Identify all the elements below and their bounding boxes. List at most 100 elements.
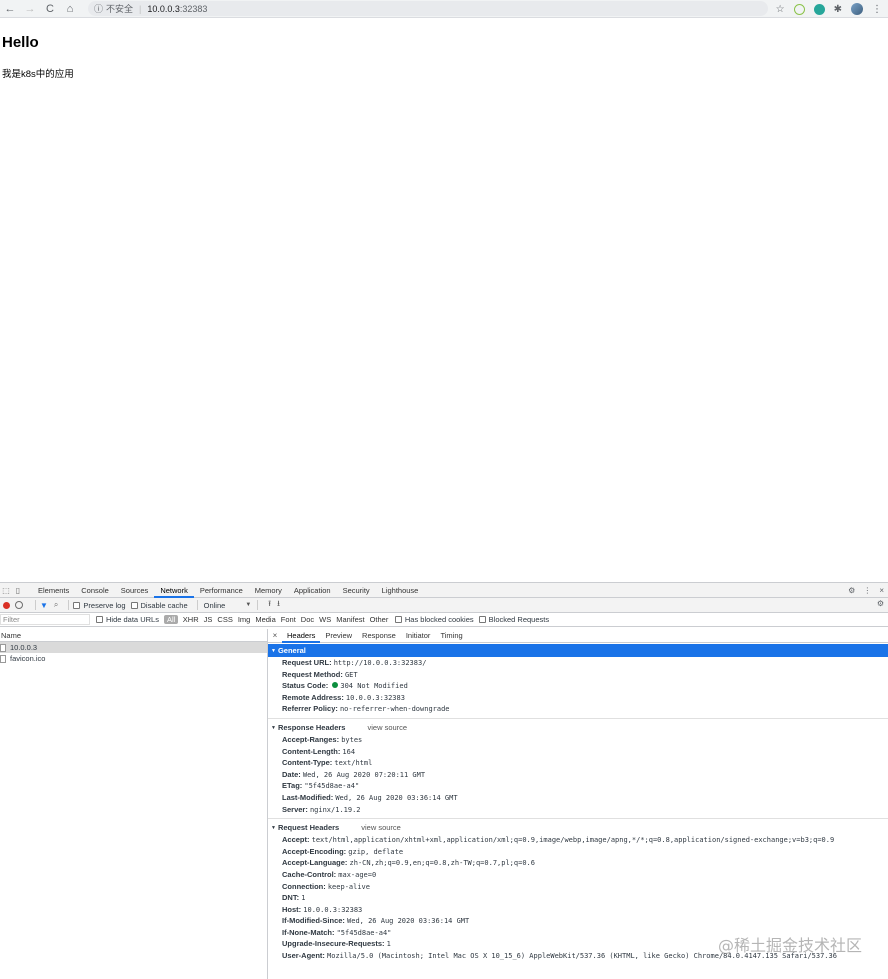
triangle-down-icon: ▼ [271,825,276,832]
import-har-icon[interactable]: ⭱ [268,598,271,612]
more-menu-icon[interactable]: ⋮ [872,4,882,15]
extension-lemon-icon[interactable] [793,3,805,15]
tab-headers[interactable]: Headers [282,629,321,643]
close-devtools-icon[interactable]: × [879,586,884,595]
header-value: Wed, 26 Aug 2020 07:20:11 GMT [302,770,426,779]
header-value: http://10.0.0.3:32383/ [333,659,427,667]
header-value: "5f45d8ae-a4" [304,782,360,791]
header-value: nginx/1.19.2 [309,805,361,814]
tab-network[interactable]: Network [154,583,194,598]
type-filter-ws[interactable]: WS [317,615,334,624]
section-response-headers-header[interactable]: ▼ Response Headers view source [268,721,888,734]
extensions-puzzle-icon[interactable]: ✱ [834,4,842,15]
tab-sources[interactable]: Sources [115,583,155,598]
details-tabbar: × Headers Preview Response Initiator Tim… [268,629,888,643]
record-icon[interactable] [3,601,10,609]
type-filter-js[interactable]: JS [201,615,215,624]
info-icon[interactable]: ⓘ [94,2,103,15]
header-row: DNT: 1 [268,892,888,904]
request-list: Name 10.0.0.3 favicon.ico [0,629,268,979]
settings-gear-icon[interactable]: ⚙ [848,586,855,595]
header-row: Cache-Control: max-age=0 [268,869,888,881]
close-details-icon[interactable]: × [268,631,282,640]
extension-translate-icon[interactable] [813,3,825,15]
tab-response[interactable]: Response [357,629,401,643]
filter-input[interactable]: Filter [0,614,90,625]
type-filter-doc[interactable]: Doc [298,615,316,624]
header-row: Last-Modified: Wed, 26 Aug 2020 03:36:14… [268,792,888,804]
url-host[interactable]: 10.0.0.3 [147,4,180,14]
header-key: If-None-Match: [282,927,335,937]
request-details: × Headers Preview Response Initiator Tim… [268,629,888,979]
section-general-header[interactable]: ▼ General [268,644,888,657]
security-label[interactable]: 不安全 [106,2,133,15]
tab-console[interactable]: Console [75,583,115,598]
checkbox-box[interactable] [394,616,402,623]
type-filter-all[interactable]: All [163,615,179,624]
header-key: Status Code: [282,681,329,691]
export-har-icon[interactable]: ⭳ [277,598,280,612]
hide-data-urls-checkbox[interactable]: Hide data URLs [96,615,159,624]
column-header-name[interactable]: Name [0,629,267,642]
throttling-select[interactable]: Online ▼ [204,601,252,610]
type-filter-manifest[interactable]: Manifest [334,615,367,624]
home-icon[interactable]: ⌂ [60,0,80,18]
reload-icon[interactable]: C [40,0,60,18]
type-filter-css[interactable]: CSS [215,615,235,624]
tab-application[interactable]: Application [288,583,337,598]
forward-icon[interactable]: → [20,0,40,18]
divider [35,600,36,610]
search-icon[interactable]: ⌕ [54,600,58,610]
checkbox-box[interactable] [96,616,103,623]
tab-timing[interactable]: Timing [435,629,467,643]
tab-security[interactable]: Security [337,583,376,598]
tab-performance[interactable]: Performance [194,583,249,598]
view-source-link[interactable]: view source [367,723,407,732]
tab-lighthouse[interactable]: Lighthouse [376,583,425,598]
avatar[interactable] [851,3,863,15]
back-icon[interactable]: ← [0,0,20,18]
document-icon [0,643,6,652]
checkbox-box[interactable] [478,616,486,623]
triangle-down-icon: ▼ [271,724,276,731]
devtools-menu-icon[interactable]: ⋮ [863,586,871,595]
type-filter-font[interactable]: Font [278,615,298,624]
request-row[interactable]: 10.0.0.3 [0,642,267,653]
type-filter-media[interactable]: Media [253,615,278,624]
address-bar[interactable]: ⓘ 不安全 | 10.0.0.3:32383 [88,1,768,16]
triangle-down-icon: ▼ [271,648,276,654]
header-key: Accept-Language: [282,858,348,868]
section-request-headers-header[interactable]: ▼ Request Headers view source [268,821,888,834]
preserve-log-checkbox[interactable]: Preserve log [73,601,126,610]
bookmark-star-icon[interactable]: ☆ [776,4,785,15]
divider [268,717,888,719]
tab-elements[interactable]: Elements [32,583,75,598]
clear-icon[interactable] [15,601,23,609]
header-row: Connection: keep-alive [268,881,888,893]
tab-preview[interactable]: Preview [320,629,357,643]
network-settings-gear-icon[interactable]: ⚙ [877,599,884,608]
inspect-element-icon[interactable]: ⬚ [0,584,12,596]
hide-data-urls-label: Hide data URLs [106,615,159,624]
blocked-requests-checkbox[interactable]: Blocked Requests [478,615,549,624]
disable-cache-checkbox[interactable]: Disable cache [130,601,188,610]
filter-icon[interactable]: ▼ [40,601,48,610]
type-filter-xhr[interactable]: XHR [180,615,201,624]
header-row: Accept-Encoding: gzip, deflate [268,846,888,858]
header-value: 304 Not Modified [340,682,408,691]
checkbox-box[interactable] [130,601,138,609]
type-filter-img[interactable]: Img [235,615,253,624]
tab-memory[interactable]: Memory [249,583,288,598]
url-port[interactable]: :32383 [180,4,208,14]
header-key: Accept-Ranges: [282,734,340,744]
header-value: 1 [301,894,306,903]
toolbar-actions: ☆ ✱ ⋮ [776,0,882,18]
blocked-cookies-checkbox[interactable]: Has blocked cookies [394,615,474,624]
type-filter-other[interactable]: Other [367,615,391,624]
blocked-cookies-label: Has blocked cookies [404,615,474,624]
device-toolbar-icon[interactable]: ▯ [12,584,24,596]
request-row[interactable]: favicon.ico [0,653,267,664]
checkbox-box[interactable] [73,601,81,609]
view-source-link[interactable]: view source [361,823,401,832]
tab-initiator[interactable]: Initiator [401,629,436,643]
